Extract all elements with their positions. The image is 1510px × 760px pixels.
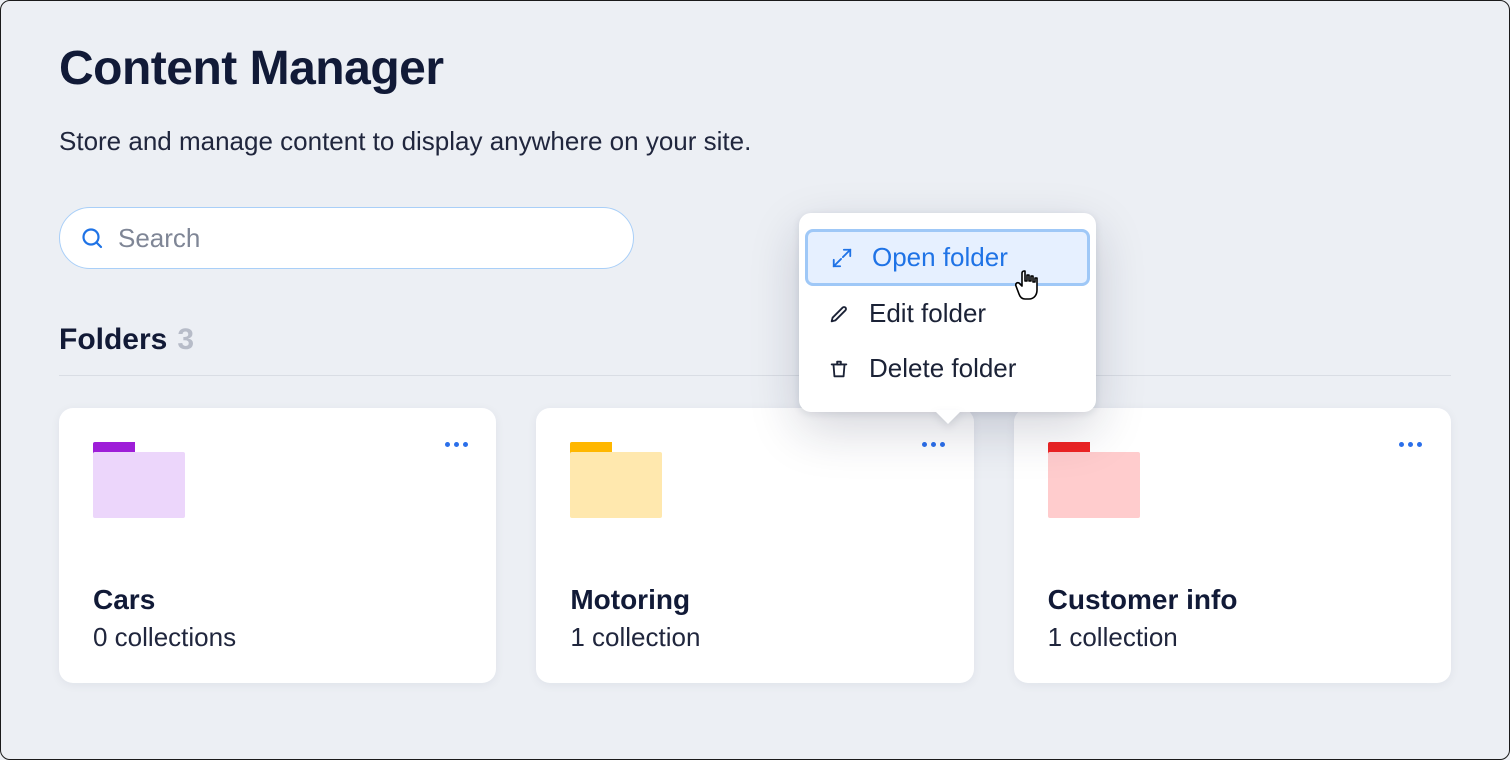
page-title: Content Manager	[59, 41, 1451, 96]
folder-card-cars[interactable]: Cars 0 collections	[59, 408, 496, 683]
folder-card-customer-info[interactable]: Customer info 1 collection	[1014, 408, 1451, 683]
card-menu-button[interactable]	[1397, 434, 1425, 454]
menu-item-open-folder[interactable]: Open folder	[805, 229, 1090, 286]
folders-grid: Cars 0 collections Motoring 1 collection…	[59, 408, 1451, 683]
folders-title: Folders	[59, 323, 167, 357]
expand-icon	[830, 247, 854, 269]
menu-item-label: Delete folder	[869, 353, 1016, 384]
search-field[interactable]	[59, 207, 634, 269]
page-subtitle: Store and manage content to display anyw…	[59, 126, 1451, 157]
card-menu-button[interactable]	[442, 434, 470, 454]
menu-item-edit-folder[interactable]: Edit folder	[799, 286, 1096, 341]
folders-count: 3	[177, 323, 194, 357]
menu-item-delete-folder[interactable]: Delete folder	[799, 341, 1096, 396]
folder-name: Motoring	[570, 584, 939, 616]
ellipsis-icon	[922, 442, 945, 447]
folder-name: Cars	[93, 584, 462, 616]
pencil-icon	[827, 303, 851, 325]
folder-subtitle: 0 collections	[93, 622, 462, 653]
ellipsis-icon	[1399, 442, 1422, 447]
folder-icon	[570, 442, 662, 518]
search-icon	[80, 226, 104, 250]
card-menu-button[interactable]	[920, 434, 948, 454]
ellipsis-icon	[445, 442, 468, 447]
folder-icon	[1048, 442, 1140, 518]
trash-icon	[827, 358, 851, 380]
folder-subtitle: 1 collection	[570, 622, 939, 653]
menu-item-label: Open folder	[872, 242, 1008, 273]
search-input[interactable]	[118, 223, 613, 254]
menu-item-label: Edit folder	[869, 298, 986, 329]
folder-context-menu: Open folder Edit folder Delete folder	[799, 213, 1096, 412]
folder-icon	[93, 442, 185, 518]
folder-subtitle: 1 collection	[1048, 622, 1417, 653]
folder-name: Customer info	[1048, 584, 1417, 616]
folders-section-header: Folders 3	[59, 323, 1451, 376]
folder-card-motoring[interactable]: Motoring 1 collection	[536, 408, 973, 683]
